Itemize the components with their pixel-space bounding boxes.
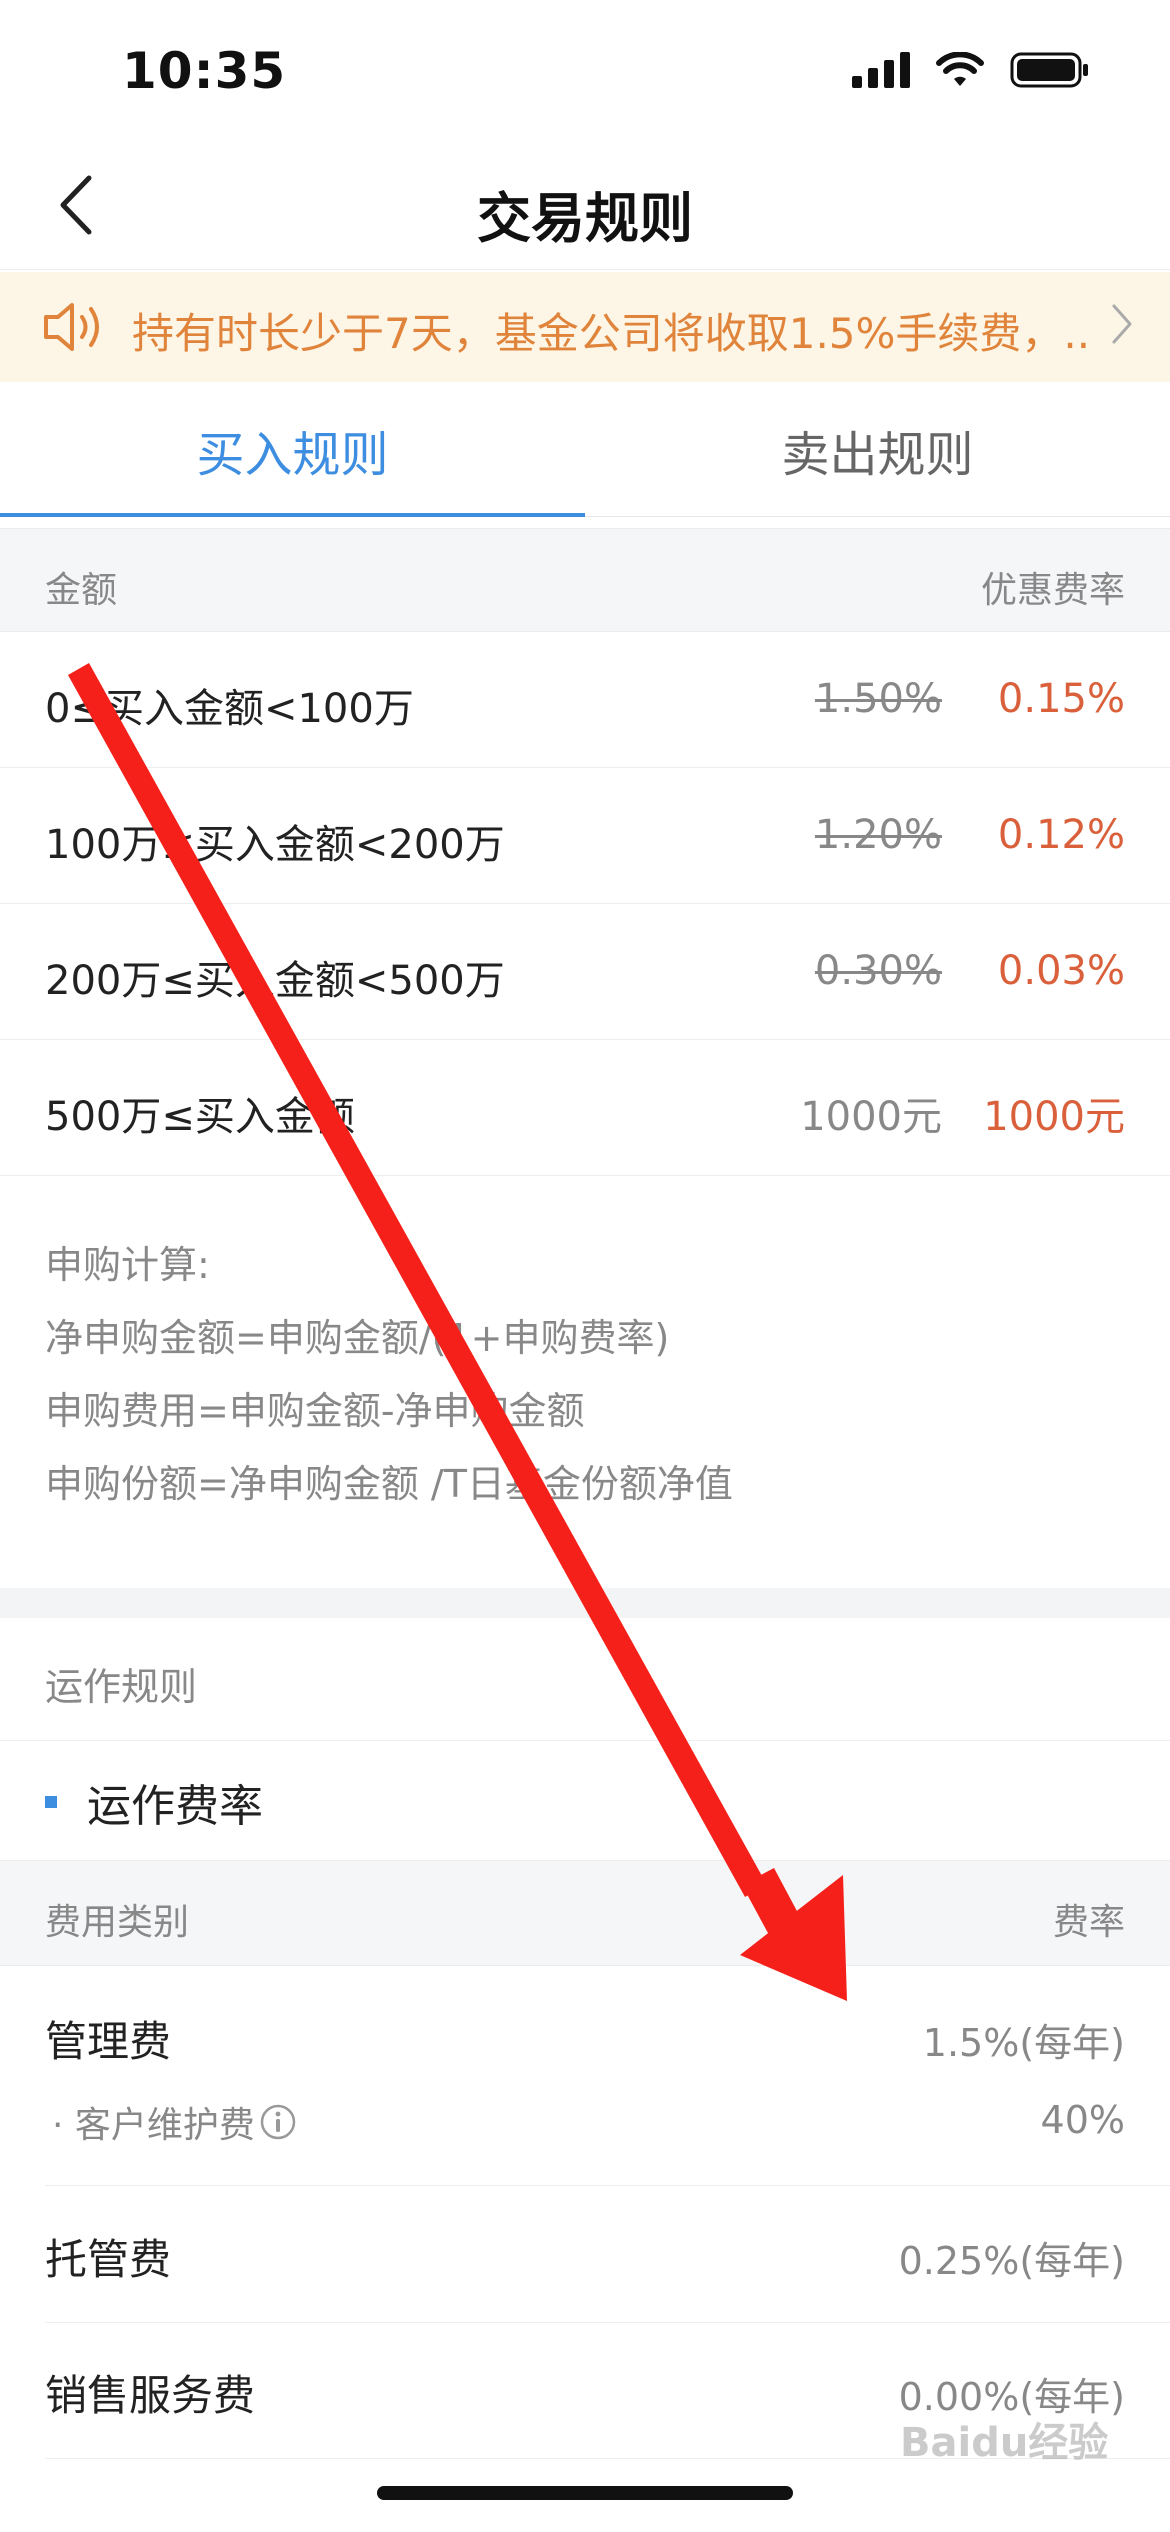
info-icon[interactable]: [259, 2103, 297, 2141]
row-discount-rate: 0.12%: [997, 812, 1125, 858]
chevron-right-icon: [1112, 304, 1132, 344]
speaker-icon: [44, 303, 99, 351]
fee-value: 0.25%(每年): [898, 2239, 1125, 2283]
calc-line: 净申购金额=申购金额/(1+申购费率): [45, 1316, 670, 1360]
notice-text: 持有时长少于7天，基金公司将收取1.5%手续费，...: [132, 309, 1087, 358]
notice-banner[interactable]: 持有时长少于7天，基金公司将收取1.5%手续费，...: [0, 272, 1170, 382]
subtitle-label: 运作费率: [87, 1781, 263, 1832]
status-bar: 10:35: [0, 0, 1170, 140]
tab-buy-rules[interactable]: 买入规则: [0, 382, 585, 517]
sub-fee-item: · 客户维护费: [52, 2096, 297, 2148]
row-original-rate: 1000元: [800, 1094, 942, 1140]
tab-sell-rules[interactable]: 卖出规则: [585, 382, 1170, 517]
watermark: Baidu经验: [900, 2420, 1109, 2466]
rule-tabs: 买入规则 卖出规则: [0, 382, 1170, 517]
row-original-rate: 1.50%: [814, 676, 942, 722]
row-original-rate: 1.20%: [814, 812, 942, 858]
row-amount: 200万≤买入金额<500万: [45, 958, 505, 1004]
row-original-rate: 0.30%: [814, 948, 942, 994]
table-row: 200万≤买入金额<500万 0.30% 0.03%: [0, 904, 1170, 1040]
divider: [0, 1740, 1170, 1741]
battery-icon: [1010, 52, 1088, 88]
sub-fee-name: · 客户维护费: [52, 2105, 255, 2146]
bullet-marker: [45, 1796, 57, 1808]
row-amount: 100万≤买入金额<200万: [45, 822, 505, 868]
row-divider: [45, 2322, 1170, 2323]
header-rate: 费率: [1052, 1902, 1125, 1943]
wifi-icon: [936, 52, 984, 86]
buy-table-header: 金额 优惠费率: [0, 528, 1170, 632]
table-row: 0≤买入金额<100万 1.50% 0.15%: [0, 632, 1170, 768]
header-amount: 金额: [45, 570, 118, 611]
row-divider: [0, 1175, 1170, 1176]
nav-bar: 交易规则: [0, 140, 1170, 270]
fee-value: 1.5%(每年): [922, 2021, 1125, 2065]
table-row: 100万≤买入金额<200万 1.20% 0.12%: [0, 768, 1170, 904]
active-tab-indicator: [0, 513, 585, 517]
calc-line: 申购费用=申购金额-净申购金额: [45, 1389, 585, 1433]
signal-icon: [852, 52, 910, 88]
status-time: 10:35: [122, 42, 287, 100]
home-indicator[interactable]: [377, 2486, 793, 2500]
row-discount-rate: 0.03%: [997, 948, 1125, 994]
header-discount-rate: 优惠费率: [980, 570, 1125, 611]
fee-name: 管理费: [45, 2017, 172, 2066]
fee-name: 销售服务费: [45, 2371, 256, 2420]
calc-line: 申购计算:: [45, 1243, 210, 1287]
header-fee-type: 费用类别: [45, 1902, 190, 1943]
row-discount-rate: 0.15%: [997, 676, 1125, 722]
row-amount: 500万≤买入金额: [45, 1094, 355, 1140]
purchase-calculation-notes: 申购计算: 净申购金额=申购金额/(1+申购费率) 申购费用=申购金额-净申购金…: [45, 1238, 733, 1530]
operations-section-title: 运作规则: [45, 1665, 198, 1709]
table-row: 500万≤买入金额 1000元 1000元: [0, 1040, 1170, 1176]
operations-fee-subtitle: 运作费率: [45, 1770, 263, 1834]
row-divider: [45, 2185, 1170, 2186]
calc-line: 申购份额=净申购金额 /T日基金份额净值: [45, 1462, 733, 1506]
row-amount: 0≤买入金额<100万: [45, 686, 414, 732]
page-title: 交易规则: [477, 187, 693, 250]
operations-table-header: 费用类别 费率: [0, 1860, 1170, 1966]
sub-fee-value: 40%: [1040, 2098, 1125, 2142]
status-icons: [852, 52, 1090, 88]
fee-name: 托管费: [45, 2235, 172, 2284]
section-gap: [0, 1588, 1170, 1618]
row-discount-rate: 1000元: [983, 1094, 1125, 1140]
